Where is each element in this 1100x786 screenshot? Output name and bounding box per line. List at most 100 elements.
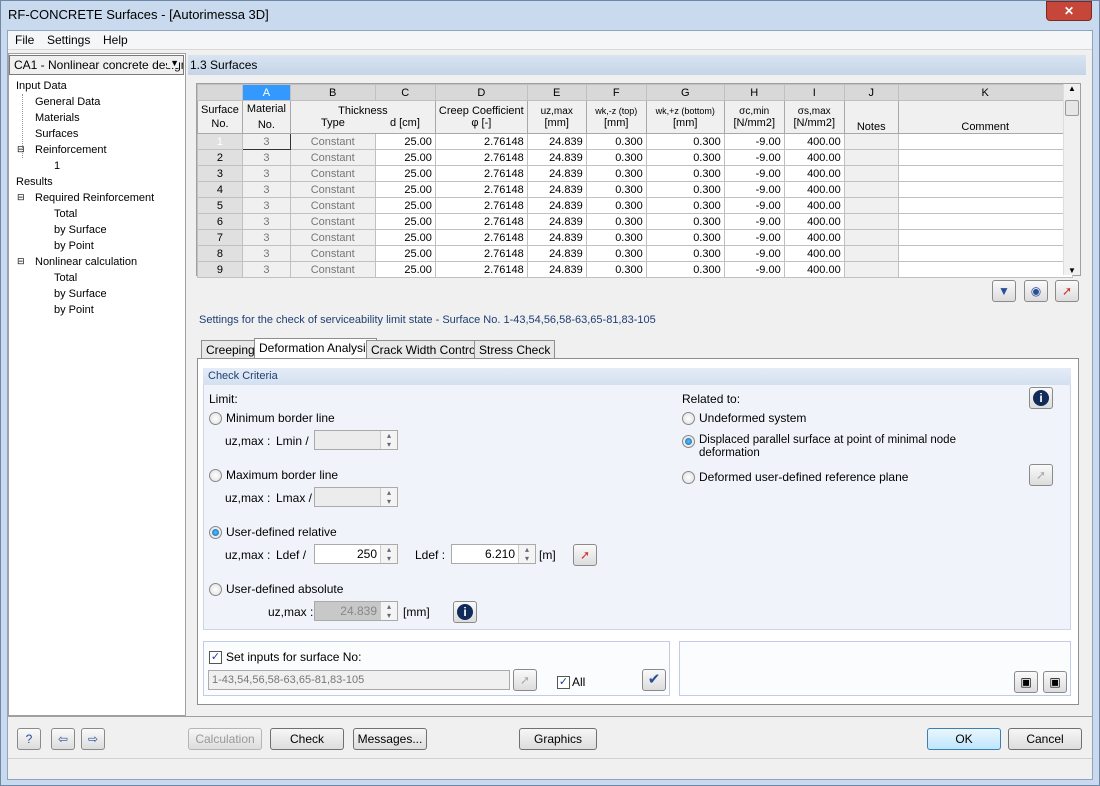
tree-req-total[interactable]: Total xyxy=(54,208,77,220)
cell-sigma-c[interactable]: -9.00 xyxy=(723,181,785,198)
cell-sigma-c[interactable]: -9.00 xyxy=(723,229,785,246)
cell-notes[interactable] xyxy=(843,213,899,230)
tree-general-data[interactable]: General Data xyxy=(35,96,100,108)
ldef-length-spinner[interactable]: 6.210 xyxy=(451,544,536,564)
cell-uz[interactable]: 24.839 xyxy=(526,245,587,262)
cell-type[interactable]: Constant xyxy=(289,261,376,278)
cell-wk-top[interactable]: 0.300 xyxy=(585,229,647,246)
menu-help[interactable]: Help xyxy=(103,33,128,47)
cell-sigma-s[interactable]: 400.00 xyxy=(783,197,845,214)
cell-sigma-c[interactable]: -9.00 xyxy=(723,261,785,278)
cell-creep[interactable]: 2.76148 xyxy=(434,133,528,150)
cell-creep[interactable]: 2.76148 xyxy=(434,245,528,262)
tree-materials[interactable]: Materials xyxy=(35,112,80,124)
cell-wk-top[interactable]: 0.300 xyxy=(585,197,647,214)
apply-check-icon[interactable]: ✔ xyxy=(642,669,666,691)
radio-maximum-border[interactable] xyxy=(209,469,222,482)
cell-comment[interactable] xyxy=(897,181,1073,198)
cell-wk-bottom[interactable]: 0.300 xyxy=(645,165,725,182)
cell-material[interactable]: 3 xyxy=(241,197,291,214)
cell-sigma-s[interactable]: 400.00 xyxy=(783,245,845,262)
tree-nl-total[interactable]: Total xyxy=(54,272,77,284)
cell-thickness[interactable]: 25.00 xyxy=(374,213,436,230)
cell-creep[interactable]: 2.76148 xyxy=(434,149,528,166)
cell-wk-bottom[interactable]: 0.300 xyxy=(645,213,725,230)
cell-wk-bottom[interactable]: 0.300 xyxy=(645,197,725,214)
cell-sigma-c[interactable]: -9.00 xyxy=(723,213,785,230)
info-icon[interactable]: i xyxy=(453,601,477,623)
cell-sigma-c[interactable]: -9.00 xyxy=(723,133,785,150)
cell-comment[interactable] xyxy=(897,213,1073,230)
cell-uz[interactable]: 24.839 xyxy=(526,165,587,182)
lmax-spinner[interactable] xyxy=(314,487,398,507)
cell-sigma-s[interactable]: 400.00 xyxy=(783,261,845,278)
help-icon[interactable]: ? xyxy=(17,728,41,750)
cell-uz[interactable]: 24.839 xyxy=(526,181,587,198)
collapse-icon[interactable]: ⊟ xyxy=(17,144,25,155)
cell-type[interactable]: Constant xyxy=(289,197,376,214)
cell-wk-top[interactable]: 0.300 xyxy=(585,181,647,198)
graphics-button[interactable]: Graphics xyxy=(519,728,597,750)
view-eye-icon[interactable]: ◉ xyxy=(1024,280,1048,302)
cell-wk-top[interactable]: 0.300 xyxy=(585,245,647,262)
cell-surface-no[interactable]: 6 xyxy=(197,213,243,230)
collapse-icon[interactable]: ⊟ xyxy=(17,256,25,267)
import-icon[interactable]: ▣ xyxy=(1014,671,1038,693)
cancel-button[interactable]: Cancel xyxy=(1008,728,1082,750)
col-letter[interactable]: J xyxy=(843,84,899,101)
cell-wk-bottom[interactable]: 0.300 xyxy=(645,229,725,246)
radio-user-defined-absolute[interactable] xyxy=(209,583,222,596)
cell-surface-no[interactable]: 9 xyxy=(197,261,243,278)
cell-uz[interactable]: 24.839 xyxy=(526,133,587,150)
menu-file[interactable]: File xyxy=(15,33,34,47)
col-letter[interactable]: A xyxy=(241,84,291,101)
cell-material[interactable]: 3 xyxy=(241,133,291,150)
cell-creep[interactable]: 2.76148 xyxy=(434,261,528,278)
cell-notes[interactable] xyxy=(843,133,899,150)
cell-surface-no[interactable]: 3 xyxy=(197,165,243,182)
cell-comment[interactable] xyxy=(897,149,1073,166)
info-icon[interactable]: i xyxy=(1029,387,1053,409)
col-letter[interactable]: H xyxy=(723,84,785,101)
cell-sigma-s[interactable]: 400.00 xyxy=(783,213,845,230)
cell-notes[interactable] xyxy=(843,245,899,262)
cell-surface-no[interactable]: 7 xyxy=(197,229,243,246)
cell-wk-top[interactable]: 0.300 xyxy=(585,149,647,166)
cell-material[interactable]: 3 xyxy=(241,261,291,278)
radio-displaced-parallel-surface[interactable] xyxy=(682,435,695,448)
radio-minimum-border[interactable] xyxy=(209,412,222,425)
cell-notes[interactable] xyxy=(843,197,899,214)
close-button[interactable]: ✕ xyxy=(1046,1,1092,21)
cell-sigma-s[interactable]: 400.00 xyxy=(783,133,845,150)
tree-reinforcement[interactable]: Reinforcement xyxy=(35,144,107,156)
cell-comment[interactable] xyxy=(897,197,1073,214)
scroll-up-icon[interactable]: ▲ xyxy=(1064,84,1080,98)
cell-sigma-c[interactable]: -9.00 xyxy=(723,197,785,214)
messages-button[interactable]: Messages... xyxy=(353,728,427,750)
cell-thickness[interactable]: 25.00 xyxy=(374,197,436,214)
case-select[interactable]: CA1 - Nonlinear concrete design ▼ xyxy=(9,55,184,75)
cell-surface-no[interactable]: 1 xyxy=(197,133,243,150)
absolute-spinner[interactable]: 24.839 xyxy=(314,601,398,621)
cell-creep[interactable]: 2.76148 xyxy=(434,213,528,230)
cell-creep[interactable]: 2.76148 xyxy=(434,197,528,214)
radio-user-defined-relative[interactable] xyxy=(209,526,222,539)
cell-comment[interactable] xyxy=(897,261,1073,278)
cell-wk-top[interactable]: 0.300 xyxy=(585,165,647,182)
cell-comment[interactable] xyxy=(897,133,1073,150)
col-letter[interactable]: K xyxy=(897,84,1073,101)
cell-notes[interactable] xyxy=(843,165,899,182)
cell-type[interactable]: Constant xyxy=(289,149,376,166)
tab-crack-width-control[interactable]: Crack Width Control xyxy=(366,340,484,359)
cell-notes[interactable] xyxy=(843,261,899,278)
col-letter[interactable]: B xyxy=(289,84,376,101)
col-letter[interactable]: E xyxy=(526,84,587,101)
pick-surfaces-icon[interactable]: ➚ xyxy=(513,669,537,691)
cell-thickness[interactable]: 25.00 xyxy=(374,149,436,166)
cell-type[interactable]: Constant xyxy=(289,245,376,262)
ldef-ratio-spinner[interactable]: 250 xyxy=(314,544,398,564)
pick-pointer-icon[interactable]: ➚ xyxy=(1055,280,1079,302)
cell-sigma-c[interactable]: -9.00 xyxy=(723,149,785,166)
cell-type[interactable]: Constant xyxy=(289,229,376,246)
menu-settings[interactable]: Settings xyxy=(47,33,90,47)
